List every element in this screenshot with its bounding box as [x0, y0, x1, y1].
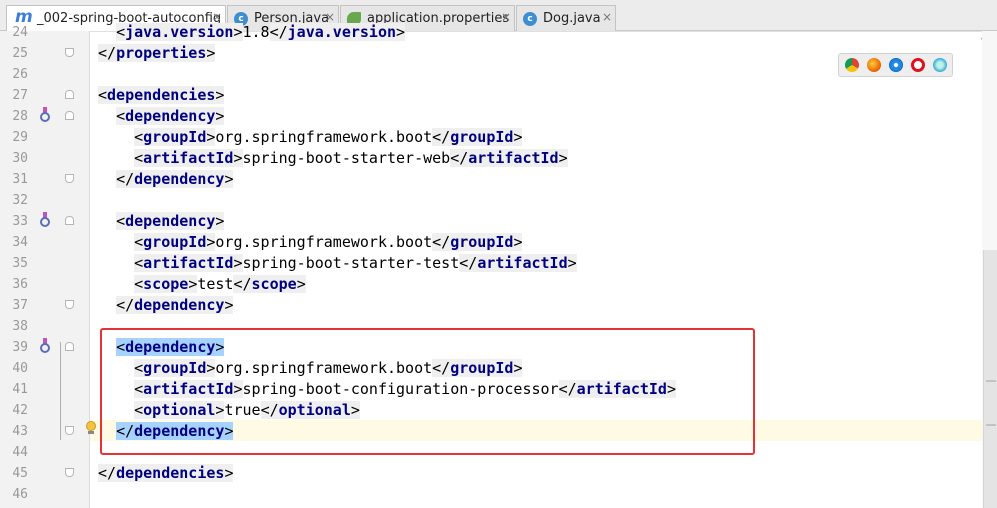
- line-number: 35: [12, 256, 28, 271]
- safari-icon[interactable]: [889, 58, 903, 72]
- line-number: 34: [12, 235, 28, 250]
- ie-icon[interactable]: [933, 58, 947, 72]
- scrollbar-marker: [986, 380, 996, 382]
- line-number: 46: [12, 487, 28, 502]
- line-number: 45: [12, 466, 28, 481]
- code-line[interactable]: <artifactId>spring-boot-starter-web</art…: [98, 148, 568, 169]
- firefox-icon[interactable]: [867, 58, 881, 72]
- scrollbar-marker: [986, 424, 996, 426]
- opera-icon[interactable]: [911, 58, 925, 72]
- maven-dependency-icon[interactable]: [38, 107, 52, 123]
- fold-end-marker[interactable]: [65, 174, 74, 183]
- gutter-divider: [89, 31, 90, 508]
- fold-start-marker[interactable]: [65, 90, 74, 99]
- maven-dependency-icon[interactable]: [38, 212, 52, 228]
- scrollbar-thumb[interactable]: [983, 250, 997, 508]
- line-number: 28: [12, 109, 28, 124]
- line-number: 38: [12, 319, 28, 334]
- line-number: 30: [12, 151, 28, 166]
- line-number: 44: [12, 445, 28, 460]
- line-number: 37: [12, 298, 28, 313]
- line-number: 33: [12, 214, 28, 229]
- intention-bulb-icon[interactable]: [85, 421, 96, 435]
- fold-end-marker[interactable]: [65, 468, 74, 477]
- code-line[interactable]: <scope>test</scope>: [98, 274, 306, 295]
- line-number: 36: [12, 277, 28, 292]
- code-line[interactable]: <groupId>org.springframework.boot</group…: [98, 127, 523, 148]
- highlight-annotation-box: [100, 328, 755, 455]
- fold-end-marker[interactable]: [65, 426, 74, 435]
- fold-end-marker[interactable]: [65, 48, 74, 57]
- code-line[interactable]: <dependencies>: [98, 85, 225, 106]
- code-line[interactable]: <dependency>: [98, 211, 225, 232]
- fold-end-marker[interactable]: [65, 300, 74, 309]
- java-class-icon: c: [523, 12, 537, 26]
- line-number: 24: [12, 25, 28, 40]
- scope-indicator: [60, 342, 61, 440]
- fold-start-marker[interactable]: [65, 111, 74, 120]
- tab-dog-java[interactable]: c Dog.java ×: [516, 5, 616, 31]
- close-icon[interactable]: ×: [501, 10, 511, 24]
- close-icon[interactable]: ×: [602, 10, 612, 24]
- line-number: 26: [12, 67, 28, 82]
- line-number: 29: [12, 130, 28, 145]
- code-line[interactable]: </dependency>: [98, 169, 234, 190]
- code-line[interactable]: </dependency>: [98, 295, 234, 316]
- line-number: 31: [12, 172, 28, 187]
- browser-preview-toolbar: [838, 53, 953, 77]
- line-number: 32: [12, 193, 28, 208]
- line-number: 39: [12, 340, 28, 355]
- tab-label: Dog.java: [543, 11, 601, 26]
- line-number: 40: [12, 361, 28, 376]
- chrome-icon[interactable]: [845, 58, 859, 72]
- code-line[interactable]: <artifactId>spring-boot-starter-test</ar…: [98, 253, 577, 274]
- code-line[interactable]: <dependency>: [98, 106, 225, 127]
- line-number: 25: [12, 46, 28, 61]
- fold-start-marker[interactable]: [65, 216, 74, 225]
- line-number: 43: [12, 424, 28, 439]
- line-number: 41: [12, 382, 28, 397]
- fold-start-marker[interactable]: [65, 342, 74, 351]
- line-number: 27: [12, 88, 28, 103]
- code-line[interactable]: <java.version>1.8</java.version>: [98, 22, 406, 43]
- line-number: 42: [12, 403, 28, 418]
- code-line[interactable]: </dependencies>: [98, 463, 234, 484]
- code-line[interactable]: </properties>: [98, 43, 216, 64]
- code-line[interactable]: <groupId>org.springframework.boot</group…: [98, 232, 523, 253]
- maven-dependency-icon[interactable]: [38, 338, 52, 354]
